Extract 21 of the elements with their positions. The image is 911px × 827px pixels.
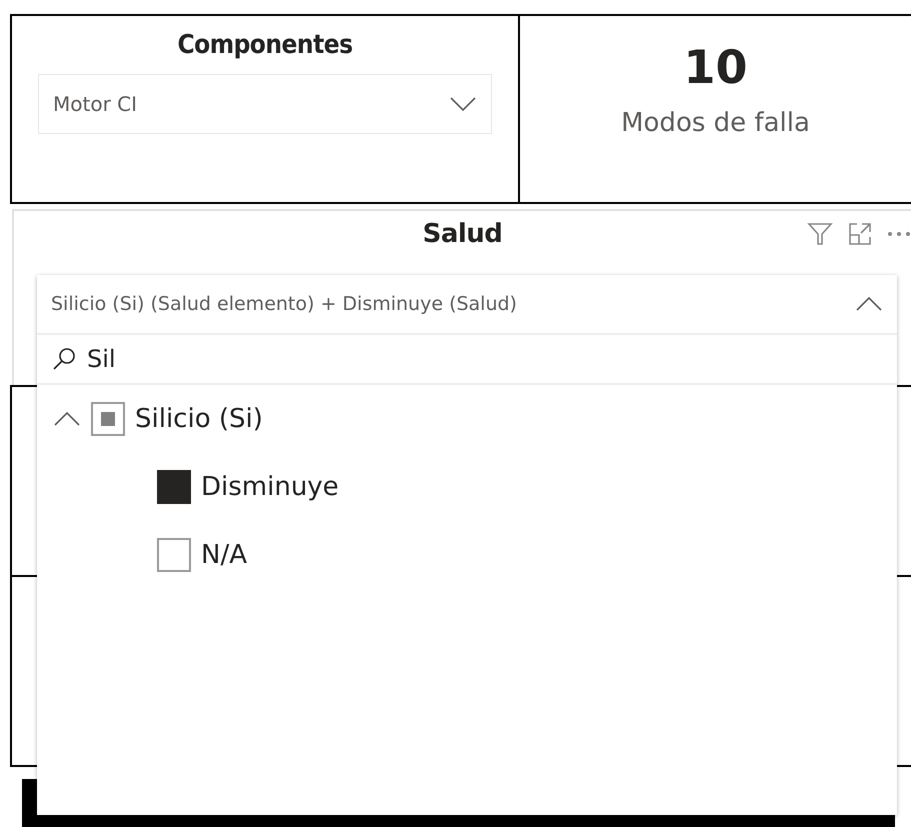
- tree-item-label[interactable]: Silicio (Si): [135, 404, 263, 434]
- search-icon: [51, 346, 77, 372]
- checkbox[interactable]: [91, 402, 125, 436]
- chevron-icon: [855, 296, 883, 312]
- tree-item-label[interactable]: N/A: [201, 540, 247, 570]
- focus-mode-icon[interactable]: [847, 221, 873, 247]
- card-value: 10: [683, 40, 748, 94]
- dropdown-field[interactable]: Motor CI: [38, 74, 492, 134]
- more-options-icon[interactable]: [887, 231, 911, 237]
- slicer-title: Componentes: [177, 30, 353, 60]
- dropdown-header[interactable]: Silicio (Si) (Salud elemento) + Disminuye (Salud): [37, 275, 897, 335]
- checkbox[interactable]: [157, 538, 191, 572]
- card-label: Modos de falla: [621, 108, 810, 138]
- chevron-down-icon: [449, 96, 477, 112]
- tree-toggle[interactable]: [53, 411, 81, 427]
- slicer-title: Salud: [422, 219, 502, 249]
- search-field[interactable]: Sil: [85, 344, 689, 374]
- checkbox[interactable]: [157, 470, 191, 504]
- chevron-icon: [53, 411, 81, 427]
- filter-icon[interactable]: [807, 221, 833, 247]
- tree-item-label[interactable]: Disminuye: [201, 472, 339, 502]
